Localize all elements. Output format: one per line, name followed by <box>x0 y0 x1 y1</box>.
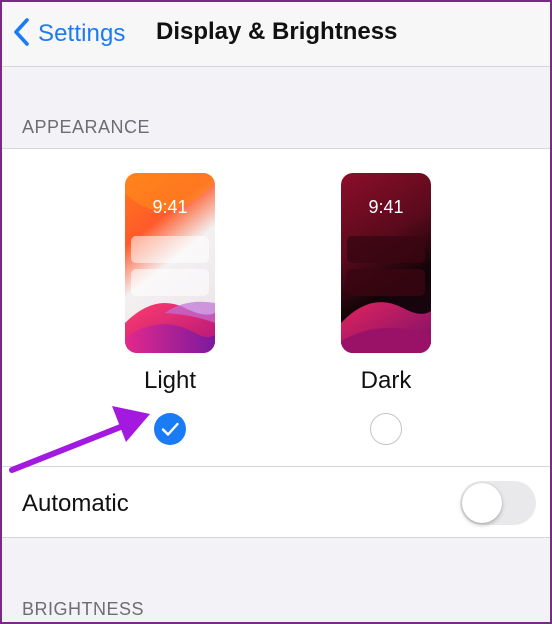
toggle-knob <box>462 483 502 523</box>
navigation-bar: Settings Display & Brightness <box>2 2 550 67</box>
dark-mode-preview[interactable]: 9:41 <box>341 173 431 353</box>
automatic-toggle[interactable] <box>460 481 536 525</box>
automatic-row: Automatic <box>2 466 550 538</box>
page-title: Display & Brightness <box>156 18 398 45</box>
chevron-left-icon <box>12 17 32 52</box>
checkmark-icon <box>154 413 186 445</box>
back-button-label: Settings <box>38 20 126 47</box>
brightness-section-header: BRIGHTNESS <box>22 599 145 619</box>
light-radio-selected[interactable] <box>154 413 186 445</box>
dark-option-label: Dark <box>360 367 412 394</box>
light-mode-preview[interactable]: 9:41 <box>125 173 215 353</box>
back-button[interactable]: Settings <box>12 17 126 52</box>
dark-radio-unselected[interactable] <box>370 413 402 445</box>
light-preview-time: 9:41 <box>152 197 187 217</box>
appearance-section-header: APPEARANCE <box>22 117 151 137</box>
dark-preview-time: 9:41 <box>368 197 403 217</box>
light-option-label: Light <box>143 367 197 394</box>
appearance-card: 9:41 9:41 Light Dark <box>2 148 550 466</box>
settings-screen: Settings Display & Brightness APPEARANCE <box>0 0 552 624</box>
automatic-label: Automatic <box>22 490 129 517</box>
